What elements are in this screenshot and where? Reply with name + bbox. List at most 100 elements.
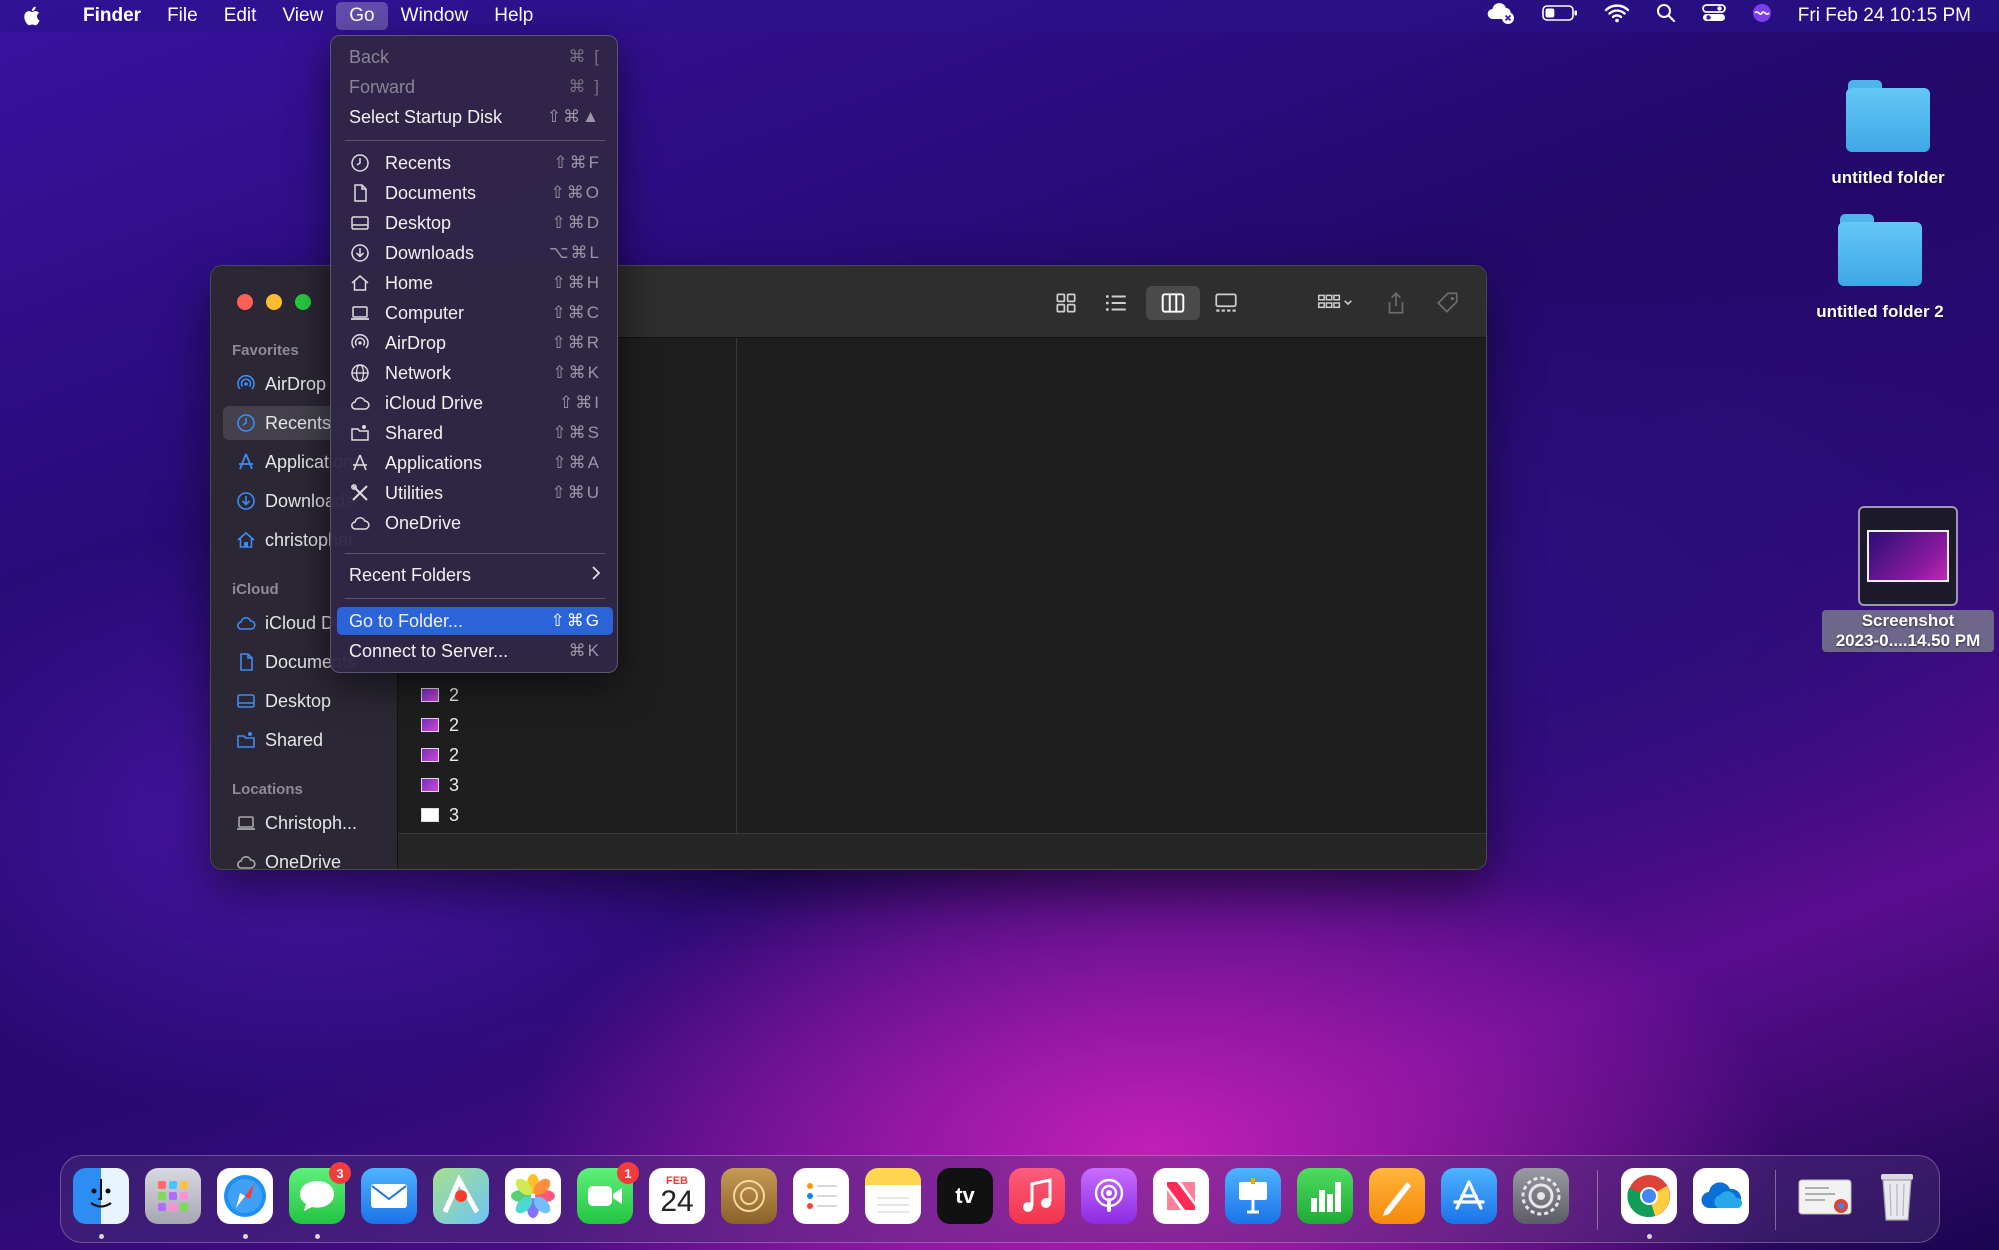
image-file-icon [421,808,439,822]
sidebar-item-onedrive[interactable]: OneDrive [223,845,395,870]
menu-item-icloud-drive[interactable]: iCloud Drive ⇧⌘I [337,389,613,417]
dock-music-icon[interactable] [1009,1168,1065,1224]
sidebar-item-desktop[interactable]: Desktop [223,684,395,718]
menu-window[interactable]: Window [388,0,482,32]
menu-item-go-to-folder[interactable]: Go to Folder... ⇧⌘G [337,607,613,635]
dock-messages-icon[interactable]: 3 [289,1162,351,1224]
dock-notes-icon[interactable] [865,1168,921,1224]
zoom-button[interactable] [295,294,311,310]
applications-icon [235,452,257,472]
dock-trash-icon[interactable] [1869,1168,1925,1224]
menu-help[interactable]: Help [481,0,546,32]
menu-item-home[interactable]: Home ⇧⌘H [337,269,613,297]
menu-item-forward[interactable]: Forward ⌘ ] [337,73,613,101]
menu-go[interactable]: Go [336,2,388,30]
gallery-view-button[interactable] [1208,286,1244,320]
menu-item-select-startup-disk[interactable]: Select Startup Disk ⇧⌘▲ [337,103,613,131]
menu-item-recent-folders[interactable]: Recent Folders [337,561,613,589]
dock-system-preferences-icon[interactable] [1513,1168,1569,1224]
go-menu: Back ⌘ [ Forward ⌘ ] Select Startup Disk… [330,35,618,673]
list-view-button[interactable] [1098,286,1134,320]
desktop-folder-label: untitled folder [1831,168,1945,187]
sidebar-item-label: AirDrop [265,373,327,394]
list-item[interactable]: 2 [421,683,459,707]
desktop-screenshot-file[interactable]: Screenshot 2023-0....14.50 PM [1822,506,1994,652]
dock-apple-tv-icon[interactable]: tv [937,1168,993,1224]
dock-reminders-icon[interactable] [793,1168,849,1224]
icloud-status-icon[interactable] [1486,1,1516,31]
sidebar-item-label: Shared [265,729,324,750]
cloud-icon [235,613,257,633]
share-button[interactable] [1378,286,1414,320]
dock-separator [1597,1170,1598,1230]
utilities-icon [349,483,371,503]
desktop-folder-untitled-2[interactable]: untitled folder 2 [1800,214,1960,322]
grid-icon [1056,293,1076,313]
document-icon [349,183,371,203]
dock-maps-icon[interactable] [433,1168,489,1224]
wifi-icon[interactable] [1604,3,1630,29]
list-item[interactable]: 3 [421,803,459,827]
applications-icon [349,453,371,473]
dock-pages-icon[interactable] [1369,1168,1425,1224]
spotlight-search-icon[interactable] [1656,3,1676,29]
close-button[interactable] [237,294,253,310]
apple-menu-icon[interactable] [22,5,52,27]
dock-photos-icon[interactable] [505,1168,561,1224]
dock-launchpad-icon[interactable] [145,1168,201,1224]
dock-keynote-icon[interactable] [1225,1168,1281,1224]
dock-app-store-icon[interactable] [1441,1168,1497,1224]
dock-numbers-icon[interactable] [1297,1168,1353,1224]
list-item[interactable]: 3 [421,773,459,797]
menu-finder[interactable]: Finder [70,0,154,32]
menu-bar-clock[interactable]: Fri Feb 24 10:15 PM [1798,5,1971,27]
menu-item-back[interactable]: Back ⌘ [ [337,43,613,71]
tag-button[interactable] [1430,286,1466,320]
dock-calendar-icon[interactable]: FEB 24 [649,1168,705,1224]
menu-item-airdrop[interactable]: AirDrop ⇧⌘R [337,329,613,357]
image-file-icon [421,778,439,792]
dock-safari-icon[interactable] [217,1168,273,1224]
dock-chrome-icon[interactable] [1621,1168,1677,1224]
desktop-folder-untitled[interactable]: untitled folder [1818,80,1958,188]
sidebar-item-shared[interactable]: Shared [223,723,395,757]
dock-keychain-icon[interactable] [721,1168,777,1224]
list-item[interactable]: 2 [421,713,459,737]
image-file-icon [421,688,439,702]
menu-item-connect-to-server[interactable]: Connect to Server... ⌘K [337,637,613,665]
menu-view[interactable]: View [269,0,336,32]
menu-item-applications[interactable]: Applications ⇧⌘A [337,449,613,477]
siri-icon[interactable] [1752,3,1772,29]
sidebar-item-label: Desktop [265,690,332,711]
sidebar-item-label: OneDrive [265,851,342,870]
menu-item-recents[interactable]: Recents ⇧⌘F [337,149,613,177]
menu-separator [345,140,605,141]
menu-item-utilities[interactable]: Utilities ⇧⌘U [337,479,613,507]
menu-item-computer[interactable]: Computer ⇧⌘C [337,299,613,327]
list-item[interactable]: 2 [421,743,459,767]
menu-item-network[interactable]: Network ⇧⌘K [337,359,613,387]
dock-finder-icon[interactable] [73,1168,129,1224]
dock-news-icon[interactable] [1153,1168,1209,1224]
battery-icon[interactable] [1541,4,1578,28]
group-by-button[interactable] [1308,286,1362,320]
icon-view-button[interactable] [1048,286,1084,320]
dock-facetime-icon[interactable]: 1 [577,1162,639,1224]
minimize-button[interactable] [266,294,282,310]
menu-file[interactable]: File [154,0,211,32]
sidebar-item-computer[interactable]: Christoph... [223,806,395,840]
dock-podcasts-icon[interactable] [1081,1168,1137,1224]
menu-item-documents[interactable]: Documents ⇧⌘O [337,179,613,207]
menu-item-downloads[interactable]: Downloads ⌥⌘L [337,239,613,267]
menu-item-onedrive[interactable]: OneDrive [337,509,613,537]
dock-downloads-stack-icon[interactable] [1797,1168,1853,1224]
laptop-icon [349,303,371,323]
column-view-button[interactable] [1146,286,1200,320]
dock-mail-icon[interactable] [361,1168,417,1224]
menu-edit[interactable]: Edit [211,0,270,32]
dock-onedrive-icon[interactable] [1693,1168,1749,1224]
menu-item-desktop[interactable]: Desktop ⇧⌘D [337,209,613,237]
column-divider[interactable] [736,338,737,835]
menu-item-shared[interactable]: Shared ⇧⌘S [337,419,613,447]
control-center-icon[interactable] [1701,3,1726,29]
